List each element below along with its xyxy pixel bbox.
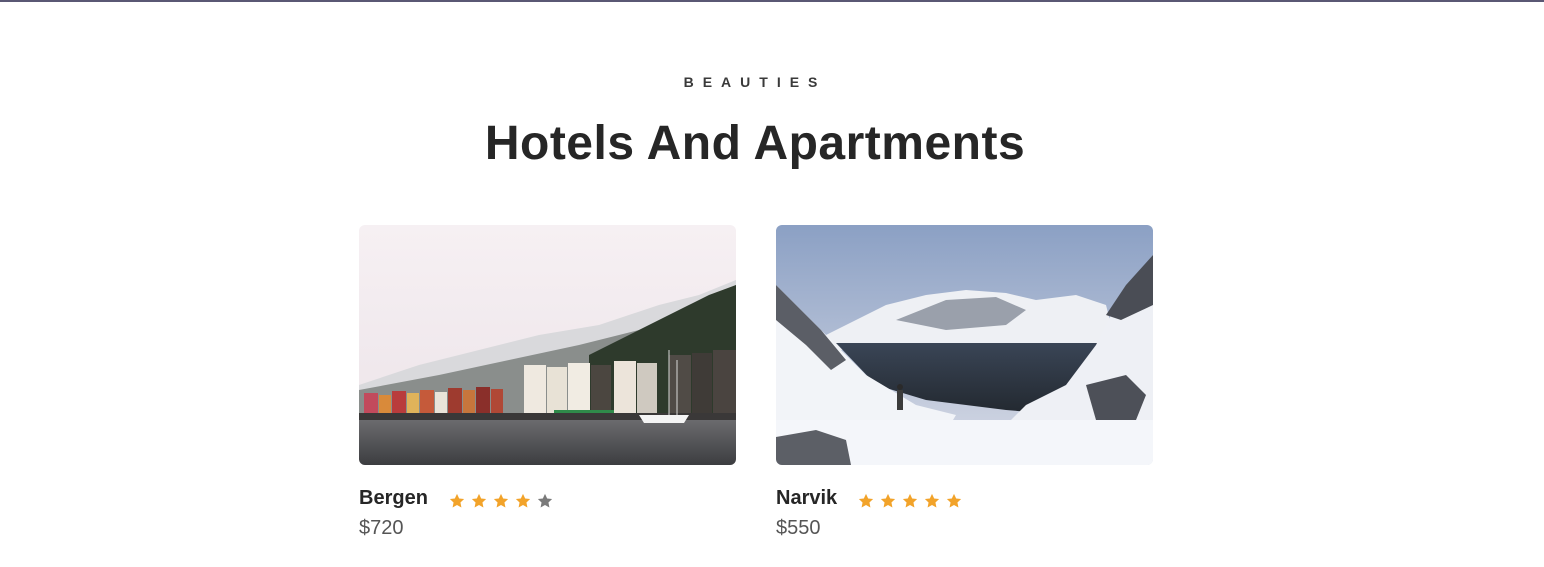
listing-card-narvik[interactable]: Narvik $550 — [776, 225, 1153, 540]
harbor-town-photo — [359, 225, 736, 465]
snowy-fjord-photo — [776, 225, 1153, 465]
star-filled-icon — [859, 493, 874, 508]
star-empty-icon — [537, 493, 553, 508]
star-filled-icon — [903, 493, 918, 508]
listing-photo[interactable] — [776, 225, 1153, 465]
star-filled-icon — [881, 493, 896, 508]
star-filled-icon — [925, 493, 940, 508]
star-filled-icon — [449, 493, 465, 508]
listing-name: Narvik — [776, 486, 838, 509]
star-rating — [857, 492, 963, 510]
star-filled-icon — [471, 493, 487, 508]
section-title: Hotels And Apartments — [484, 117, 1026, 170]
star-filled-icon — [947, 493, 962, 508]
listing-price: $720 — [359, 517, 404, 539]
star-filled-icon — [515, 493, 531, 508]
top-divider — [0, 0, 1544, 2]
listing-name: Bergen — [359, 486, 428, 509]
listing-photo[interactable] — [359, 225, 736, 465]
star-filled-icon — [493, 493, 509, 508]
listing-price: $550 — [776, 517, 821, 539]
listing-card-bergen[interactable]: Bergen $720 — [359, 225, 736, 540]
star-rating — [448, 492, 554, 510]
section-eyebrow: BEAUTIES — [683, 74, 827, 90]
